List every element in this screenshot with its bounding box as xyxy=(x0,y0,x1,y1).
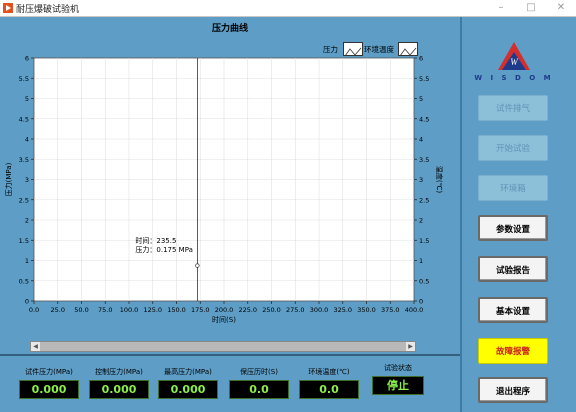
indicator-value: 0.0 xyxy=(229,380,289,399)
x-tick-label: 400.0 xyxy=(405,306,424,314)
indicator-value: 0.000 xyxy=(158,380,218,399)
x-axis-label: 时间(S) xyxy=(212,315,236,324)
cursor-marker xyxy=(195,263,200,268)
start-test-button[interactable]: 开始试验 xyxy=(478,135,548,161)
y2-tick-label: 5.5 xyxy=(419,75,429,83)
title-bar: 耐压爆破试验机 – □ ✕ xyxy=(0,0,576,17)
y-tick-label: 4 xyxy=(25,136,29,144)
y-tick-label: 1 xyxy=(25,257,29,265)
y2-tick-label: 1.5 xyxy=(419,237,429,245)
y-tick-label: 2.5 xyxy=(19,196,29,204)
main-panel: 压力曲线 压力 环境温度 0.0 25.0 50.0 75.0 100.0 125.0 15… xyxy=(0,17,460,412)
environment-chamber-button[interactable]: 环境箱 xyxy=(478,175,548,201)
y-tick-label: 1.5 xyxy=(19,237,29,245)
fault-alarm-button[interactable]: 故障报警 xyxy=(478,338,548,364)
y2-tick-label: 5 xyxy=(419,95,423,103)
pressure-chart[interactable]: 0.0 25.0 50.0 75.0 100.0 125.0 150.0 175.0 200.0… xyxy=(0,17,460,337)
cursor-time-label: 时间：235.5 xyxy=(135,236,176,245)
y2-tick-label: 0 xyxy=(419,298,423,306)
exit-program-button[interactable]: 退出程序 xyxy=(478,377,548,403)
y-tick-label: 2 xyxy=(25,217,29,225)
scroll-left-icon[interactable]: ◀ xyxy=(31,342,40,351)
parameter-settings-button[interactable]: 参数设置 xyxy=(478,215,548,241)
indicator-test-status: 试验状态 停止 xyxy=(355,363,441,395)
y2-tick-label: 0.5 xyxy=(419,277,429,285)
x-tick-label: 25.0 xyxy=(51,306,65,314)
indicator-value: 0.0 xyxy=(299,380,359,399)
y2-tick-label: 6 xyxy=(419,55,423,63)
indicator-value: 0.000 xyxy=(19,380,79,399)
y-tick-label: 3.5 xyxy=(19,156,29,164)
x-tick-label: 225.0 xyxy=(238,306,257,314)
y2-tick-label: 2.5 xyxy=(419,196,429,204)
x-tick-label: 350.0 xyxy=(357,306,376,314)
y2-tick-label: 1 xyxy=(419,257,423,265)
minimize-button[interactable]: – xyxy=(486,0,516,16)
indicator-label: 试验状态 xyxy=(384,364,412,372)
x-tick-label: 100.0 xyxy=(120,306,139,314)
y2-tick-label: 2 xyxy=(419,217,423,225)
x-tick-label: 275.0 xyxy=(286,306,305,314)
x-tick-label: 325.0 xyxy=(333,306,352,314)
y2-axis-label: 温度(℃) xyxy=(435,166,444,194)
y-tick-label: 3 xyxy=(25,176,29,184)
logo-text: W I S D O M xyxy=(474,74,554,82)
y-tick-label: 5 xyxy=(25,95,29,103)
y2-tick-label: 3 xyxy=(419,176,423,184)
x-tick-label: 250.0 xyxy=(262,306,281,314)
x-tick-label: 375.0 xyxy=(381,306,400,314)
x-tick-label: 0.0 xyxy=(29,306,39,314)
x-tick-label: 200.0 xyxy=(215,306,234,314)
chart-scrollbar[interactable]: ◀ ▶ xyxy=(30,341,416,352)
x-tick-label: 75.0 xyxy=(98,306,112,314)
y-tick-label: 4.5 xyxy=(19,115,29,123)
y-tick-label: 5.5 xyxy=(19,75,29,83)
scroll-right-icon[interactable]: ▶ xyxy=(406,342,415,351)
cursor-pressure-label: 压力：0.175 MPa xyxy=(135,245,193,254)
x-tick-label: 175.0 xyxy=(191,306,210,314)
panel-divider xyxy=(0,354,460,356)
basic-settings-button[interactable]: 基本设置 xyxy=(478,297,548,323)
close-button[interactable]: ✕ xyxy=(546,0,576,16)
x-tick-label: 50.0 xyxy=(74,306,88,314)
sidebar-divider xyxy=(460,17,462,412)
vent-specimen-button[interactable]: 试件排气 xyxy=(478,95,548,121)
y2-tick-label: 4 xyxy=(419,136,423,144)
y-tick-label: 0.5 xyxy=(19,277,29,285)
indicator-value: 0.000 xyxy=(89,380,149,399)
y-tick-label: 6 xyxy=(25,55,29,63)
y2-tick-label: 4.5 xyxy=(419,115,429,123)
x-tick-label: 150.0 xyxy=(167,306,186,314)
maximize-button[interactable]: □ xyxy=(516,0,546,16)
y-tick-label: 0 xyxy=(25,298,29,306)
x-tick-label: 300.0 xyxy=(310,306,329,314)
window-title: 耐压爆破试验机 xyxy=(16,5,80,15)
y2-tick-label: 3.5 xyxy=(419,156,429,164)
y-axis-label: 压力(MPa) xyxy=(4,162,13,196)
app-icon xyxy=(3,3,13,13)
test-report-button[interactable]: 试验报告 xyxy=(478,256,548,282)
status-badge: 停止 xyxy=(372,376,424,395)
x-tick-label: 125.0 xyxy=(143,306,162,314)
